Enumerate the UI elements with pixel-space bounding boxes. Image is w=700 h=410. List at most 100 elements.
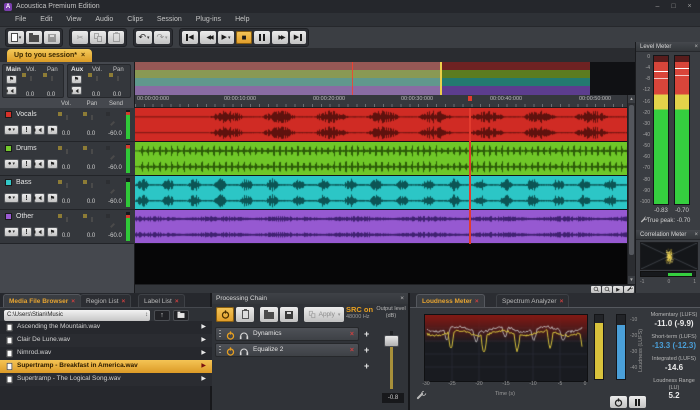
scroll-right-button[interactable]: ▶ — [613, 286, 623, 293]
mute-button[interactable] — [33, 227, 45, 237]
file-row[interactable]: Ascending the Mountain.wav ▶ — [0, 321, 212, 334]
track-color-swatch[interactable] — [5, 145, 12, 152]
menu-clips[interactable]: Clips — [120, 16, 150, 23]
chain-save-button[interactable] — [280, 307, 298, 322]
clip-drums[interactable] — [135, 142, 628, 176]
drag-handle-icon[interactable] — [219, 346, 221, 355]
pause-button[interactable] — [629, 396, 646, 408]
file-row[interactable]: Nimrod.wav ▶ — [0, 347, 212, 360]
effect-row-dynamics[interactable]: Dynamics × — [215, 327, 359, 341]
rewind-button[interactable]: ◀◀ — [200, 31, 216, 44]
solo-button[interactable]: ! — [21, 193, 32, 203]
solo-button[interactable]: ! — [21, 159, 32, 169]
headphones-icon[interactable] — [239, 347, 249, 356]
close-icon[interactable]: × — [560, 298, 564, 305]
preview-play-icon[interactable]: ▶ — [201, 376, 206, 382]
track-row-bass[interactable]: Bass ● ▾ ! ⚑ 0.0 0.0 -60.0 — [0, 176, 135, 210]
folder-up-button[interactable]: ↑ — [154, 310, 170, 321]
effect-row-equalize[interactable]: Equalize 2 × — [215, 343, 359, 357]
aux-flag-button[interactable]: ⚑ — [71, 75, 82, 84]
close-icon[interactable]: × — [400, 293, 404, 304]
preview-play-icon[interactable]: ▶ — [201, 363, 206, 369]
maximize-button[interactable]: □ — [667, 2, 680, 11]
chain-open-button[interactable] — [260, 307, 278, 322]
close-icon[interactable]: × — [694, 230, 698, 240]
record-arm-button[interactable]: ● ▾ — [4, 125, 19, 135]
tab-region-list[interactable]: Region List × — [80, 294, 132, 307]
folder-path-select[interactable]: C:\Users\Stian\Music ↕ — [4, 310, 150, 321]
menu-help[interactable]: Help — [228, 16, 256, 23]
timeline-ruler[interactable]: 00:00:00:000 00:00:10:000 00:00:20:000 0… — [135, 95, 635, 108]
preview-play-icon[interactable]: ▶ — [201, 337, 206, 343]
reset-button[interactable] — [610, 396, 627, 408]
wrench-icon[interactable] — [416, 392, 425, 401]
power-icon[interactable] — [226, 347, 235, 356]
fast-forward-button[interactable]: ▶▶ — [272, 31, 288, 44]
aux-mute-button[interactable] — [70, 86, 82, 95]
menu-audio[interactable]: Audio — [88, 16, 120, 23]
chain-power-button[interactable] — [216, 307, 234, 322]
file-row[interactable]: Supertramp - The Logical Song.wav ▶ — [0, 373, 212, 386]
apply-button[interactable]: Apply ▾ — [304, 307, 344, 322]
record-arm-button[interactable]: ● ▾ — [4, 193, 19, 203]
menu-file[interactable]: File — [8, 16, 33, 23]
minimize-button[interactable]: – — [651, 2, 664, 11]
tab-media-file-browser[interactable]: Media File Browser × — [3, 294, 82, 307]
close-icon[interactable]: × — [175, 298, 179, 305]
close-button[interactable]: × — [683, 2, 696, 11]
output-slider-thumb[interactable] — [384, 335, 399, 347]
paste-button[interactable] — [108, 31, 124, 44]
overview-range-edge[interactable] — [440, 62, 442, 95]
open-file-button[interactable] — [26, 31, 42, 44]
playhead-marker[interactable] — [468, 96, 472, 101]
browse-folder-button[interactable] — [173, 310, 189, 321]
mute-button[interactable] — [33, 193, 45, 203]
close-icon[interactable]: × — [694, 42, 698, 52]
preview-play-icon[interactable]: ▶ — [201, 350, 206, 356]
remove-effect-icon[interactable]: × — [350, 347, 354, 354]
go-to-start-button[interactable]: ◀ — [182, 31, 198, 44]
scroll-up-icon[interactable]: ▲ — [628, 95, 635, 103]
undo-button[interactable]: ↶ ▾ — [136, 31, 152, 44]
mute-button[interactable] — [33, 159, 45, 169]
scroll-down-icon[interactable]: ▼ — [628, 276, 635, 284]
main-mute-button[interactable] — [5, 86, 17, 95]
add-effect-button[interactable]: + — [364, 362, 369, 371]
cut-button[interactable]: ✂ — [72, 31, 88, 44]
scrollbar-thumb[interactable] — [629, 105, 634, 255]
close-icon[interactable]: × — [81, 52, 85, 59]
mute-button[interactable] — [33, 125, 45, 135]
vertical-scrollbar[interactable]: ▲ ▼ — [627, 95, 635, 284]
file-row[interactable]: Clair De Lune.wav ▶ — [0, 334, 212, 347]
copy-button[interactable] — [90, 31, 106, 44]
zoom-in-button[interactable] — [591, 286, 601, 293]
main-flag-button[interactable]: ⚑ — [6, 75, 17, 84]
add-effect-button[interactable]: + — [364, 330, 369, 339]
track-color-swatch[interactable] — [5, 111, 12, 118]
close-icon[interactable]: × — [122, 298, 126, 305]
close-icon[interactable]: × — [475, 298, 479, 305]
tab-loudness-meter[interactable]: Loudness Meter × — [416, 294, 485, 307]
clip-vocals[interactable] — [135, 108, 628, 142]
clip-bass[interactable] — [135, 176, 628, 210]
menu-plugins[interactable]: Plug-ins — [189, 16, 228, 23]
close-icon[interactable]: × — [71, 298, 75, 305]
drag-handle-icon[interactable] — [219, 330, 221, 339]
session-tab[interactable]: Up to you session* × — [7, 49, 93, 62]
stop-button[interactable]: ■ — [236, 31, 252, 44]
track-row-drums[interactable]: Drums ● ▾ ! ⚑ 0.0 0.0 -60.0 — [0, 142, 135, 176]
track-color-swatch[interactable] — [5, 213, 12, 220]
play-button[interactable]: ▶ ▾ — [218, 31, 234, 44]
power-icon[interactable] — [226, 331, 235, 340]
preview-play-icon[interactable]: ▶ — [201, 324, 206, 330]
track-row-vocals[interactable]: Vocals ● ▾ ! ⚑ 0.0 0.0 -60.0 — [0, 108, 135, 142]
menu-edit[interactable]: Edit — [33, 16, 59, 23]
tab-label-list[interactable]: Label List × — [138, 294, 185, 307]
add-effect-button[interactable]: + — [364, 346, 369, 355]
menu-session[interactable]: Session — [150, 16, 189, 23]
solo-button[interactable]: ! — [21, 125, 32, 135]
save-button[interactable] — [44, 31, 60, 44]
chain-clipboard-button[interactable] — [236, 307, 254, 322]
zoom-out-button[interactable] — [602, 286, 612, 293]
solo-button[interactable]: ! — [21, 227, 32, 237]
